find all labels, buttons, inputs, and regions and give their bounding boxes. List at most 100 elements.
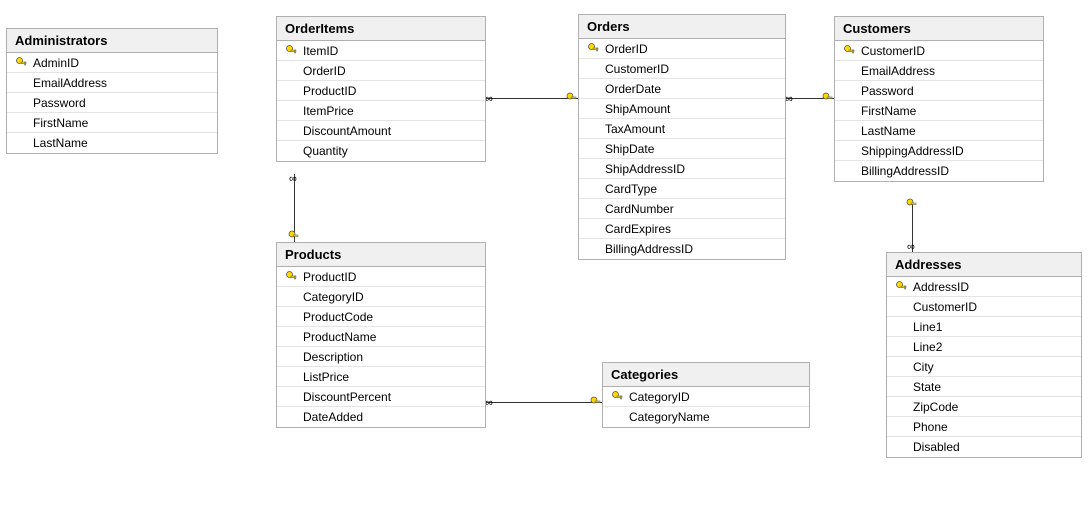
endpoint-key-icon: [566, 92, 578, 104]
table-fields: ProductIDCategoryID ProductCode ProductNam…: [277, 267, 485, 427]
field-name: CategoryID: [627, 390, 805, 404]
table-row[interactable]: ProductID: [277, 267, 485, 287]
table-row[interactable]: DateAdded: [277, 407, 485, 427]
field-name: Disabled: [911, 440, 1077, 454]
primary-key-icon: [11, 56, 31, 69]
table-row[interactable]: ProductCode: [277, 307, 485, 327]
field-name: LastName: [859, 124, 1039, 138]
primary-key-icon: [281, 44, 301, 57]
table-row[interactable]: CategoryID: [277, 287, 485, 307]
table-row[interactable]: ListPrice: [277, 367, 485, 387]
field-name: Description: [301, 350, 481, 364]
table-row[interactable]: Description: [277, 347, 485, 367]
table-row[interactable]: OrderID: [579, 39, 785, 59]
table-row[interactable]: CategoryName: [603, 407, 809, 427]
table-row[interactable]: CategoryID: [603, 387, 809, 407]
field-name: OrderDate: [603, 82, 781, 96]
table-row[interactable]: OrderDate: [579, 79, 785, 99]
field-name: TaxAmount: [603, 122, 781, 136]
table-row[interactable]: ShipDate: [579, 139, 785, 159]
table-title: Products: [277, 243, 485, 267]
table-row[interactable]: OrderID: [277, 61, 485, 81]
table-orderitems[interactable]: OrderItems ItemID OrderID ProductID ItemPri…: [276, 16, 486, 162]
field-name: State: [911, 380, 1077, 394]
table-row[interactable]: CustomerID: [887, 297, 1081, 317]
table-row[interactable]: FirstName: [835, 101, 1043, 121]
table-row[interactable]: BillingAddressID: [579, 239, 785, 259]
field-name: FirstName: [859, 104, 1039, 118]
table-addresses[interactable]: Addresses AddressIDCustomerIDLine1Line2C…: [886, 252, 1082, 458]
endpoint-many-icon: ∞: [288, 172, 300, 184]
table-row[interactable]: EmailAddress: [7, 73, 217, 93]
key-icon: [15, 56, 28, 69]
field-name: OrderID: [603, 42, 781, 56]
endpoint-key-icon: [906, 198, 918, 210]
table-row[interactable]: Phone: [887, 417, 1081, 437]
field-name: Line1: [911, 320, 1077, 334]
table-title: Orders: [579, 15, 785, 39]
field-name: CategoryName: [627, 410, 805, 424]
table-row[interactable]: CustomerID: [835, 41, 1043, 61]
table-row[interactable]: LastName: [7, 133, 217, 153]
table-row[interactable]: ShippingAddressID: [835, 141, 1043, 161]
field-name: Password: [859, 84, 1039, 98]
table-row[interactable]: DiscountAmount: [277, 121, 485, 141]
table-row[interactable]: DiscountPercent: [277, 387, 485, 407]
table-row[interactable]: State: [887, 377, 1081, 397]
field-name: ItemID: [301, 44, 481, 58]
table-customers[interactable]: Customers CustomerIDEmailAddressPassword…: [834, 16, 1044, 182]
table-row[interactable]: Quantity: [277, 141, 485, 161]
svg-text:∞: ∞: [485, 93, 493, 104]
table-row[interactable]: CustomerID: [579, 59, 785, 79]
field-name: EmailAddress: [31, 76, 213, 90]
table-row[interactable]: TaxAmount: [579, 119, 785, 139]
table-row[interactable]: LastName: [835, 121, 1043, 141]
endpoint-key-icon: [590, 396, 602, 408]
key-icon: [895, 280, 908, 293]
table-row[interactable]: CardNumber: [579, 199, 785, 219]
field-name: AdminID: [31, 56, 213, 70]
primary-key-icon: [281, 270, 301, 283]
table-row[interactable]: ShipAmount: [579, 99, 785, 119]
key-icon: [285, 270, 298, 283]
field-name: CustomerID: [859, 44, 1039, 58]
field-name: CardNumber: [603, 202, 781, 216]
table-row[interactable]: ItemPrice: [277, 101, 485, 121]
field-name: ProductName: [301, 330, 481, 344]
field-name: ProductCode: [301, 310, 481, 324]
table-row[interactable]: Password: [835, 81, 1043, 101]
table-row[interactable]: ProductName: [277, 327, 485, 347]
field-name: CustomerID: [603, 62, 781, 76]
field-name: DateAdded: [301, 410, 481, 424]
field-name: OrderID: [301, 64, 481, 78]
connector-orderitems-orders: [486, 98, 578, 99]
table-row[interactable]: ProductID: [277, 81, 485, 101]
table-row[interactable]: Disabled: [887, 437, 1081, 457]
field-name: ZipCode: [911, 400, 1077, 414]
table-row[interactable]: AddressID: [887, 277, 1081, 297]
table-row[interactable]: CardExpires: [579, 219, 785, 239]
primary-key-icon: [583, 42, 603, 55]
table-row[interactable]: Line1: [887, 317, 1081, 337]
table-row[interactable]: Password: [7, 93, 217, 113]
table-fields: ItemID OrderID ProductID ItemPriceDiscountA…: [277, 41, 485, 161]
table-row[interactable]: ZipCode: [887, 397, 1081, 417]
table-row[interactable]: BillingAddressID: [835, 161, 1043, 181]
table-title: OrderItems: [277, 17, 485, 41]
table-fields: AdminID EmailAddress PasswordFirstNameLast…: [7, 53, 217, 153]
table-products[interactable]: Products ProductIDCategoryIDProductCodeP…: [276, 242, 486, 428]
table-row[interactable]: FirstName: [7, 113, 217, 133]
table-row[interactable]: City: [887, 357, 1081, 377]
field-name: Phone: [911, 420, 1077, 434]
table-administrators[interactable]: Administrators AdminIDEmailAddressPasswo…: [6, 28, 218, 154]
table-row[interactable]: ItemID: [277, 41, 485, 61]
table-orders[interactable]: Orders OrderID CustomerID OrderDate ShipAmo…: [578, 14, 786, 260]
table-categories[interactable]: Categories CategoryIDCategoryName: [602, 362, 810, 428]
table-row[interactable]: AdminID: [7, 53, 217, 73]
table-row[interactable]: ShipAddressID: [579, 159, 785, 179]
table-row[interactable]: Line2: [887, 337, 1081, 357]
field-name: ProductID: [301, 84, 481, 98]
table-row[interactable]: EmailAddress: [835, 61, 1043, 81]
table-row[interactable]: CardType: [579, 179, 785, 199]
table-fields: OrderID CustomerID OrderDate ShipAmount TaxA…: [579, 39, 785, 259]
